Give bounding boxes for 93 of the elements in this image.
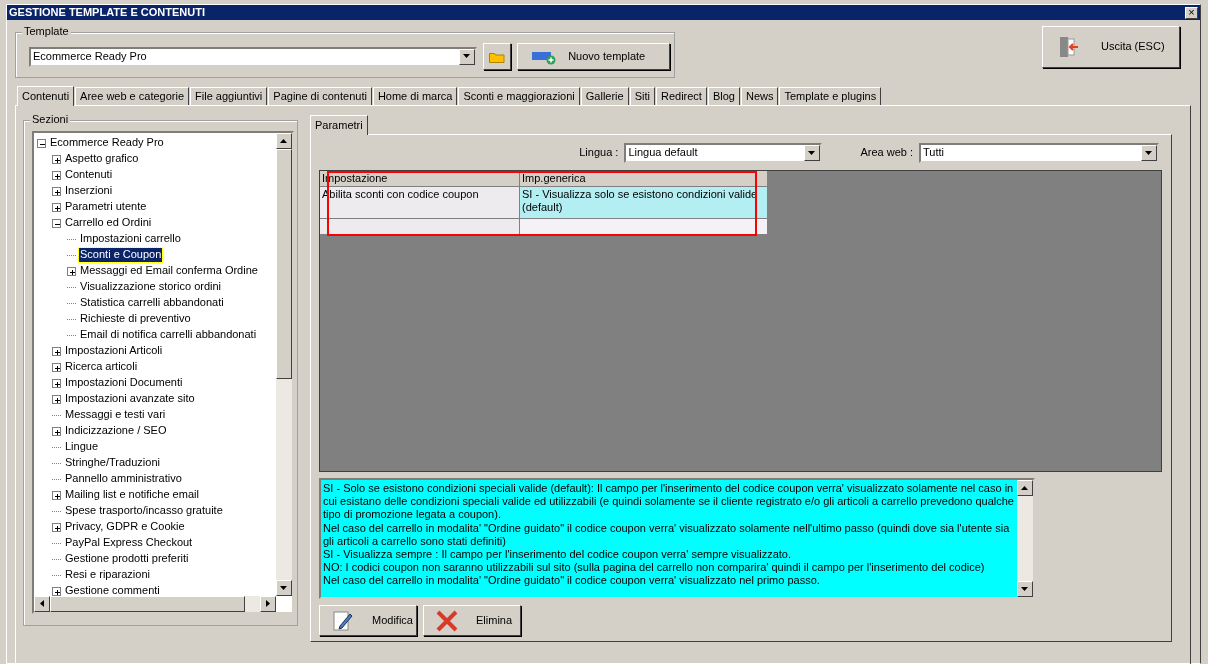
- scrollbar-thumb[interactable]: [276, 149, 292, 379]
- tree-item[interactable]: Ecommerce Ready Pro: [49, 136, 165, 150]
- expand-icon[interactable]: [52, 186, 61, 196]
- tab[interactable]: Redirect: [655, 87, 707, 105]
- tab[interactable]: News: [740, 87, 779, 105]
- tree-item[interactable]: Sconti e Coupon: [79, 248, 163, 262]
- tree-item[interactable]: Gestione prodotti preferiti: [64, 552, 190, 566]
- tree-item[interactable]: Indicizzazione / SEO: [64, 424, 168, 438]
- parameters-tab[interactable]: Parametri: [310, 115, 368, 135]
- tree-item[interactable]: PayPal Express Checkout: [64, 536, 194, 550]
- scroll-up-icon: [280, 138, 288, 144]
- horizontal-scrollbar[interactable]: [34, 596, 276, 612]
- expand-icon[interactable]: [52, 426, 61, 436]
- dropdown-arrow-icon: [808, 150, 817, 156]
- tab[interactable]: Gallerie: [580, 87, 629, 105]
- dropdown-arrow-icon: [1145, 150, 1153, 156]
- description-text: Nel caso del carrello in modalita' "Ordine guidato" il codice coupon verra' visualizzato nel primo passo.: [323, 574, 821, 588]
- scroll-left-icon: [39, 600, 45, 608]
- delete-button[interactable]: Elimina: [423, 605, 521, 636]
- edit-document-icon: [332, 609, 354, 632]
- group-legend: Template: [22, 25, 71, 39]
- tree-item[interactable]: Gestione commenti: [64, 584, 161, 596]
- close-button[interactable]: ×: [1185, 6, 1198, 19]
- tree-item[interactable]: Spese trasporto/incasso gratuite: [64, 504, 224, 518]
- description-text: SI - Visualizza sempre : Il campo per l'inserimento del codice coupon verra' sempre visualizzato.: [323, 547, 793, 562]
- scroll-right-icon: [265, 600, 271, 608]
- tree-item[interactable]: Privacy, GDPR e Cookie: [64, 520, 186, 534]
- description-text: Nel caso del carrello in modalita' "Ordine guidato" il codice coupon verra' visualizzato solamente nell'ultimo passo (quindi dove sia l'utente sia gli articoli a carrello sono stati definiti): [323, 521, 1011, 548]
- tree-item[interactable]: Impostazioni avanzate sito: [64, 392, 196, 406]
- exit-door-icon: [1059, 35, 1079, 59]
- tab[interactable]: File aggiuntivi: [190, 87, 268, 105]
- scroll-down-icon: [1021, 586, 1029, 592]
- exit-button[interactable]: Uscita (ESC): [1042, 26, 1180, 68]
- tree-item[interactable]: Pannello amministrativo: [64, 472, 183, 486]
- tree-item[interactable]: Inserzioni: [64, 184, 114, 198]
- tree-item[interactable]: Impostazioni Documenti: [64, 376, 184, 390]
- tree-item[interactable]: Impostazioni carrello: [79, 232, 182, 246]
- tree-item[interactable]: Messaggi e testi vari: [64, 408, 167, 422]
- tree-item[interactable]: Impostazioni Articoli: [64, 344, 164, 358]
- area-label: Area web :: [860, 146, 913, 160]
- tab[interactable]: Sconti e maggiorazioni: [458, 87, 580, 105]
- expand-icon[interactable]: [52, 346, 61, 356]
- tree-item[interactable]: Lingue: [64, 440, 100, 454]
- scroll-down-icon: [280, 585, 288, 591]
- expand-icon[interactable]: [52, 202, 61, 212]
- vertical-scrollbar[interactable]: [1017, 480, 1033, 597]
- collapse-icon[interactable]: [37, 138, 46, 148]
- tab[interactable]: Siti: [629, 87, 655, 105]
- tree-item[interactable]: Ricerca articoli: [64, 360, 139, 374]
- open-folder-button[interactable]: [483, 43, 512, 70]
- tab[interactable]: Home di marca: [372, 87, 458, 105]
- expand-icon[interactable]: [52, 170, 61, 180]
- tree-item[interactable]: Mailing list e notifiche email: [64, 488, 200, 502]
- tab[interactable]: Blog: [707, 87, 740, 105]
- description-text: NO: I codici coupon non saranno utilizzabili sul sito (sulla pagina del carrello non comparira' quindi il campo per l'inserimento del codice): [323, 561, 986, 575]
- template-dropdown[interactable]: Ecommerce Ready Pro: [29, 46, 478, 67]
- tree-item[interactable]: Messaggi ed Email conferma Ordine: [79, 264, 259, 278]
- expand-icon[interactable]: [52, 378, 61, 388]
- expand-icon[interactable]: [52, 154, 61, 164]
- description-text: SI - Solo se esistono condizioni speciali valide (default): Il campo per l'inserimento del codice coupon verra' visualizzato solamente nel caso in cui esistano delle condizioni speciali valide ed utilizzabili (e quindi solamente se il cliente registrato e/o gli articoli a carrello prevedono qualche tipo di promozione legata a coupon).: [323, 482, 1015, 522]
- expand-icon[interactable]: [52, 394, 61, 404]
- folder-icon: [489, 50, 506, 63]
- language-dropdown[interactable]: Lingua default: [624, 143, 823, 163]
- tree-item[interactable]: Email di notifica carrelli abbandonati: [79, 328, 258, 342]
- tree-item[interactable]: Contenuti: [64, 168, 114, 182]
- tab[interactable]: Template e plugins: [779, 87, 882, 105]
- expand-icon[interactable]: [52, 586, 61, 596]
- edit-button[interactable]: Modifica: [319, 605, 417, 636]
- tree-item[interactable]: Visualizzazione storico ordini: [79, 280, 223, 294]
- tree-item[interactable]: Carrello ed Ordini: [64, 216, 153, 230]
- dropdown-arrow-icon: [463, 54, 472, 59]
- tab[interactable]: Aree web e categorie: [75, 87, 190, 105]
- scrollbar-thumb[interactable]: [50, 596, 245, 612]
- delete-icon: [436, 609, 458, 632]
- expand-icon[interactable]: [52, 522, 61, 532]
- vertical-scrollbar[interactable]: [276, 133, 292, 596]
- collapse-icon[interactable]: [52, 218, 61, 228]
- expand-icon[interactable]: [52, 362, 61, 372]
- expand-icon[interactable]: [67, 266, 76, 276]
- area-dropdown[interactable]: Tutti: [919, 143, 1159, 163]
- scroll-up-icon: [1021, 485, 1029, 491]
- language-label: Lingua :: [579, 146, 619, 160]
- tab[interactable]: Pagine di contenuti: [268, 87, 372, 105]
- new-template-button[interactable]: Nuovo template: [517, 43, 670, 70]
- tree-item[interactable]: Richieste di preventivo: [79, 312, 192, 326]
- expand-icon[interactable]: [52, 490, 61, 500]
- tree-item[interactable]: Parametri utente: [64, 200, 148, 214]
- tab[interactable]: Contenuti: [17, 86, 75, 106]
- tree-item[interactable]: Aspetto grafico: [64, 152, 140, 166]
- tree-item[interactable]: Statistica carrelli abbandonati: [79, 296, 225, 310]
- tree-item[interactable]: Stringhe/Traduzioni: [64, 456, 161, 470]
- window-title: GESTIONE TEMPLATE E CONTENUTI: [9, 5, 205, 20]
- tree-item[interactable]: Resi e riparazioni: [64, 568, 151, 582]
